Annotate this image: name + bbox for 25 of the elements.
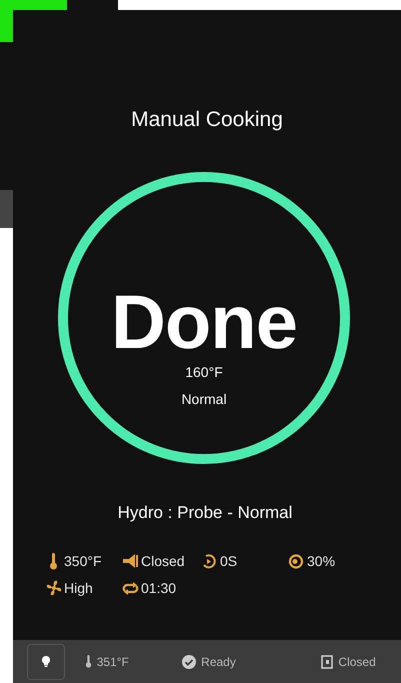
thermometer-icon: [84, 655, 92, 668]
cooking-status: Done: [111, 281, 297, 365]
thermometer-icon: [49, 552, 58, 570]
dial-icon: [288, 554, 305, 568]
status-text: Closed: [338, 654, 376, 668]
setting-value: Closed: [141, 552, 185, 571]
setting-value: 01:30: [141, 579, 176, 598]
status-text: 351°F: [96, 654, 129, 668]
cooking-mode: Normal: [181, 390, 227, 408]
fan-icon: [46, 580, 62, 596]
setting-value: 0S: [220, 552, 238, 571]
setting-value: 30%: [307, 552, 336, 571]
setting-value: 350°F: [64, 552, 102, 571]
screen-title: Manual Cooking: [131, 108, 283, 132]
vent-icon: [122, 554, 138, 568]
setting-value: High: [64, 579, 93, 598]
status-text: Ready: [201, 654, 236, 668]
door-icon: [321, 654, 334, 668]
light-button[interactable]: [27, 644, 65, 680]
probe-status: Hydro : Probe - Normal: [118, 502, 292, 524]
timer-icon: [202, 554, 217, 568]
bulb-icon: [42, 656, 50, 667]
check-circle-icon: [182, 654, 196, 668]
cycle-icon: [122, 582, 139, 594]
target-temperature: 160°F: [185, 363, 223, 381]
